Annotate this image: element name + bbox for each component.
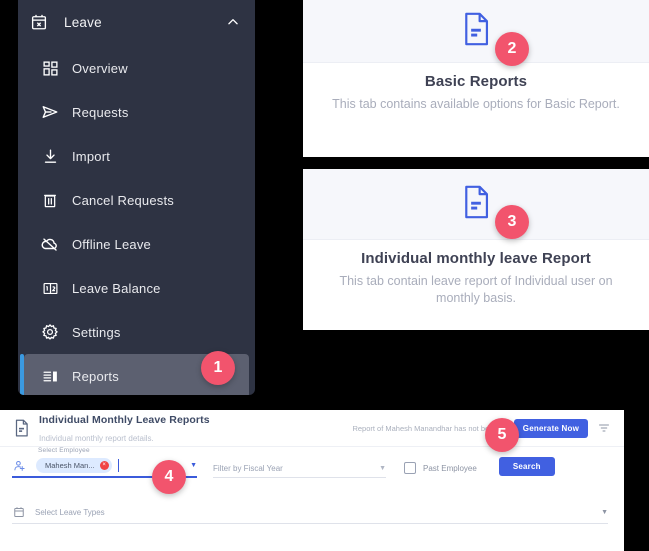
card-text-area: Basic Reports This tab contains availabl…	[303, 63, 649, 129]
select-employee-label: Select Employee	[38, 447, 90, 454]
select-leave-types-field[interactable]: Select Leave Types ▼	[12, 505, 608, 524]
checkbox-box-icon[interactable]	[404, 462, 416, 474]
sidebar-item-label: Overview	[72, 60, 128, 76]
dashboard-grid-icon	[40, 58, 60, 78]
balance-number-icon	[40, 278, 60, 298]
sidebar-item-offline-leave[interactable]: Offline Leave	[24, 222, 249, 266]
card-description: This tab contains available options for …	[332, 97, 620, 111]
search-button[interactable]: Search	[498, 457, 555, 476]
individual-monthly-leave-reports-panel: Individual Monthly Leave Reports Individ…	[0, 410, 624, 551]
document-lines-icon	[461, 185, 491, 224]
sidebar-item-label: Requests	[72, 104, 129, 120]
selected-employee-chip[interactable]: Mahesh Man... ×	[36, 458, 112, 473]
step-badge-3: 3	[495, 205, 529, 239]
sidebar-item-settings[interactable]: Settings	[24, 310, 249, 354]
person-add-icon	[12, 459, 26, 473]
sidebar-item-label: Leave Balance	[72, 280, 161, 296]
text-cursor	[117, 459, 119, 472]
calendar-icon	[12, 505, 26, 519]
sidebar-item-cancel-requests[interactable]: Cancel Requests	[24, 178, 249, 222]
panel-header-text: Individual Monthly Leave Reports Individ…	[39, 410, 352, 446]
panel-title: Individual Monthly Leave Reports	[39, 414, 210, 426]
report-list-icon	[40, 366, 60, 386]
card-individual-monthly-leave-report[interactable]: Individual monthly leave Report This tab…	[303, 169, 649, 330]
document-lines-icon	[461, 12, 491, 51]
step-badge-2: 2	[495, 32, 529, 66]
card-description: This tab contain leave report of Individ…	[339, 274, 613, 305]
card-icon-area	[303, 169, 649, 240]
filter-row-primary: Select Employee Mahesh Man... × ▼ Filter…	[12, 447, 608, 478]
fiscal-year-select[interactable]: Filter by Fiscal Year ▼	[213, 464, 386, 478]
document-lines-icon	[12, 418, 30, 438]
card-title: Individual monthly leave Report	[361, 250, 591, 267]
sidebar-item-import[interactable]: Import	[24, 134, 249, 178]
card-basic-reports[interactable]: Basic Reports This tab contains availabl…	[303, 0, 649, 157]
card-icon-area	[303, 0, 649, 63]
sidebar-item-list: Overview Requests Import Cancel Requests…	[18, 44, 255, 395]
past-employee-label: Past Employee	[423, 463, 477, 473]
sidebar-item-overview[interactable]: Overview	[24, 46, 249, 90]
sidebar-item-leave-balance[interactable]: Leave Balance	[24, 266, 249, 310]
gear-icon	[40, 322, 60, 342]
sidebar-item-label: Import	[72, 148, 111, 164]
leave-sidebar: Leave Overview Requests Import Cancel Re…	[18, 0, 255, 395]
chevron-up-icon[interactable]	[225, 14, 241, 30]
caret-down-icon[interactable]: ▼	[190, 462, 197, 469]
caret-down-icon[interactable]: ▼	[601, 509, 608, 516]
past-employee-checkbox[interactable]: Past Employee	[404, 462, 477, 478]
select-leave-types-label: Select Leave Types	[35, 507, 105, 517]
step-badge-1: 1	[201, 351, 235, 385]
generate-now-button[interactable]: Generate Now	[513, 418, 588, 438]
card-title: Basic Reports	[424, 73, 528, 90]
report-status-note: Report of Mahesh Manandhar has not been …	[352, 423, 504, 433]
chip-remove-icon[interactable]: ×	[99, 461, 109, 470]
download-import-icon	[40, 146, 60, 166]
step-badge-4: 4	[152, 460, 186, 494]
card-text-area: Individual monthly leave Report This tab…	[303, 240, 649, 323]
filter-funnel-icon[interactable]	[596, 420, 612, 436]
sidebar-item-label: Cancel Requests	[72, 192, 174, 208]
sidebar-item-label: Settings	[72, 324, 121, 340]
trash-icon	[40, 190, 60, 210]
calendar-x-icon	[28, 11, 50, 33]
sidebar-item-requests[interactable]: Requests	[24, 90, 249, 134]
sidebar-section-title: Leave	[64, 14, 102, 30]
report-filter-form: Select Employee Mahesh Man... × ▼ Filter…	[0, 447, 624, 524]
panel-subtitle: Individual monthly report details.	[39, 434, 154, 443]
fiscal-year-placeholder: Filter by Fiscal Year	[213, 464, 283, 473]
step-badge-5: 5	[485, 418, 519, 452]
chip-label: Mahesh Man...	[45, 461, 95, 470]
send-arrow-icon	[40, 102, 60, 122]
panel-header: Individual Monthly Leave Reports Individ…	[0, 410, 624, 447]
sidebar-section-header-leave[interactable]: Leave	[18, 0, 255, 44]
caret-down-icon[interactable]: ▼	[379, 465, 386, 472]
sidebar-item-label: Offline Leave	[72, 236, 151, 252]
sidebar-item-label: Reports	[72, 368, 119, 384]
cloud-off-icon	[40, 234, 60, 254]
